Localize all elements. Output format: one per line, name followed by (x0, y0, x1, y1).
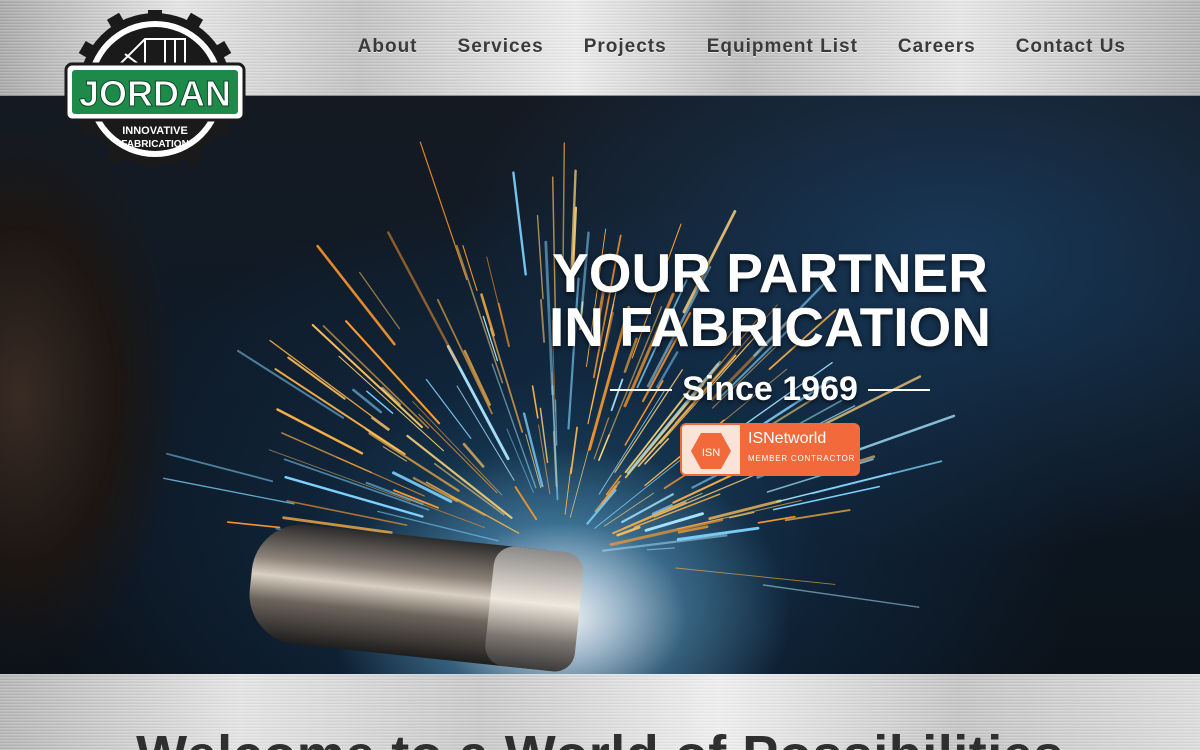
spark-streak (531, 385, 539, 419)
spark-streak (322, 325, 430, 429)
since-row: Since 1969 (540, 370, 1000, 409)
spark-streak (406, 434, 513, 519)
spark-streak (226, 521, 281, 529)
spark-streak (616, 526, 641, 537)
spark-streak (784, 509, 851, 522)
spark-streak (600, 485, 618, 505)
spark-streak (425, 481, 520, 534)
company-logo[interactable]: JORDAN INNOVATIVE FABRICATION (62, 5, 248, 173)
nav-careers[interactable]: Careers (898, 36, 976, 58)
spark-streak (276, 408, 364, 455)
spark-streak (586, 489, 617, 525)
divider-right (867, 388, 930, 391)
spark-streak (675, 567, 836, 585)
logo-tagline-1: INNOVATIVE (122, 125, 188, 137)
spark-streak (455, 244, 504, 384)
spark-streak (283, 458, 430, 511)
nav-services[interactable]: Services (458, 36, 544, 58)
spark-streak (463, 349, 491, 406)
since-text: Since 1969 (682, 370, 858, 408)
isn-hexagon-icon: ISN (682, 425, 740, 474)
nav-projects[interactable]: Projects (584, 36, 667, 58)
logo-tagline-2: FABRICATION (121, 139, 189, 150)
spark-streak (512, 171, 527, 276)
spark-streak (762, 584, 920, 608)
welder-silhouette (0, 136, 200, 674)
spark-streak (287, 356, 346, 400)
isn-badge-subtitle: MEMBER CONTRACTOR (748, 454, 856, 463)
welcome-section: Welcome to a World of Possibilities (0, 674, 1200, 750)
spark-streak (359, 271, 401, 330)
isn-badge-name: ISNetworld (748, 430, 827, 447)
spark-streak (708, 499, 782, 521)
spark-streak (352, 388, 383, 414)
welcome-title: Welcome to a World of Possibilities (0, 724, 1200, 750)
svg-text:ISN: ISN (702, 447, 720, 459)
hero-title-line-1: YOUR PARTNER (552, 242, 988, 304)
hero-title: YOUR PARTNER IN FABRICATION (540, 242, 1000, 358)
nav-about[interactable]: About (358, 36, 418, 58)
hero-title-line-2: IN FABRICATION (548, 296, 991, 358)
spark-streak (425, 378, 472, 439)
spark-streak (486, 256, 504, 325)
spark-streak (311, 324, 423, 429)
spark-streak (365, 428, 401, 453)
spark-streak (316, 244, 396, 346)
spark-streak (236, 349, 345, 419)
spark-streak (491, 363, 537, 489)
spark-streak (489, 327, 524, 433)
isnetworld-badge[interactable]: ISN ISNetworld MEMBER CONTRACTOR (680, 423, 860, 476)
spark-streak (646, 547, 676, 551)
spark-streak (419, 141, 468, 281)
spark-streak (387, 231, 460, 367)
spark-streak (370, 417, 390, 431)
nav-contact-us[interactable]: Contact Us (1016, 36, 1126, 58)
spark-streak (412, 476, 459, 503)
nav-equipment-list[interactable]: Equipment List (707, 36, 858, 58)
main-nav: About Services Projects Equipment List C… (318, 36, 1126, 58)
divider-left (610, 388, 673, 391)
hero-text: YOUR PARTNER IN FABRICATION Since 1969 I… (540, 246, 1000, 476)
hero-section: YOUR PARTNER IN FABRICATION Since 1969 I… (0, 96, 1200, 674)
logo-wordmark: JORDAN (79, 73, 231, 114)
spark-streak (390, 492, 485, 529)
